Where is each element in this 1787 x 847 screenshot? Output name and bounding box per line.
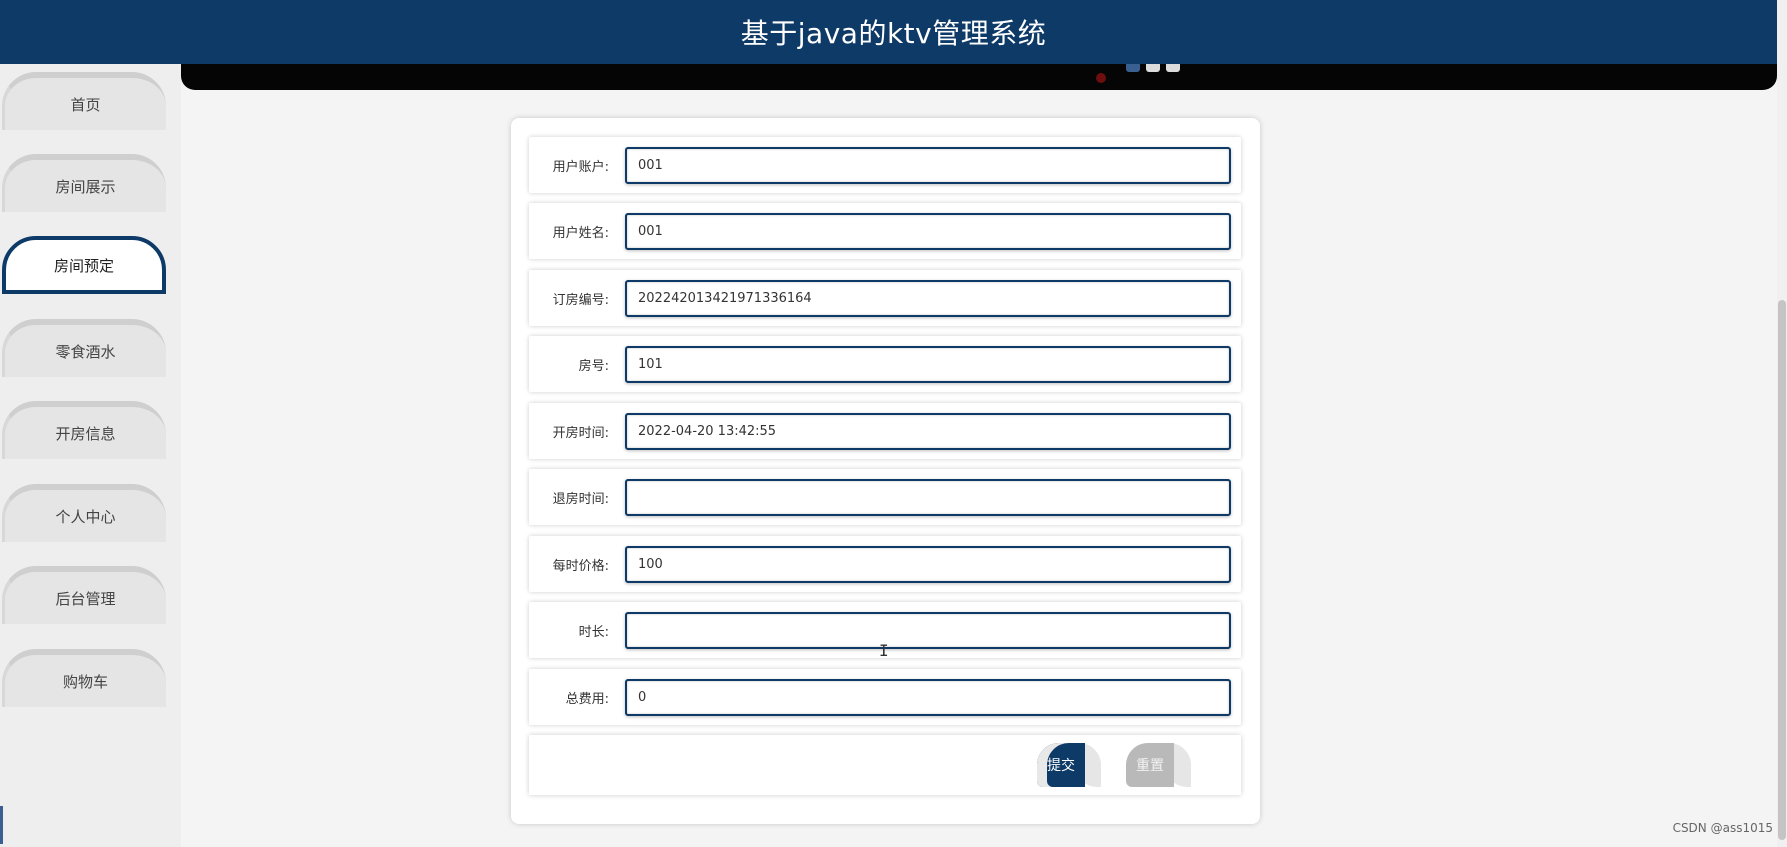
sidebar-item-label: 房间预定: [53, 256, 114, 275]
user-account-input[interactable]: [625, 147, 1231, 184]
text-cursor-icon: I: [879, 641, 889, 660]
booking-number-input[interactable]: [625, 280, 1231, 317]
sidebar-nav: 首页 房间展示 房间预定 零食酒水 开房信息 个人中心 后台管理 购物车: [0, 64, 181, 847]
scrollbar-thumb[interactable]: [1778, 300, 1786, 840]
sidebar-item-snacks-drinks[interactable]: 零食酒水: [2, 319, 166, 377]
duration-input[interactable]: [625, 612, 1231, 649]
banner-light-decoration: [1096, 73, 1106, 83]
form-row-checkout-time: 退房时间:: [529, 469, 1241, 525]
sidebar-item-label: 首页: [70, 95, 101, 114]
carousel-indicators: [1126, 64, 1180, 72]
hourly-price-input[interactable]: [625, 546, 1231, 583]
field-label: 订房编号:: [552, 292, 609, 308]
left-edge-marker: [0, 806, 3, 844]
reset-button[interactable]: 重置: [1126, 743, 1174, 787]
field-label: 每时价格:: [552, 558, 609, 574]
sidebar-item-checkin-info[interactable]: 开房信息: [2, 401, 166, 459]
banner-carousel: [181, 64, 1777, 90]
form-row-user-account: 用户账户:: [529, 137, 1241, 193]
field-label: 时长:: [578, 624, 609, 640]
sidebar-item-admin[interactable]: 后台管理: [2, 566, 166, 624]
sidebar-item-personal-center[interactable]: 个人中心: [2, 484, 166, 542]
form-row-total-cost: 总费用:: [529, 669, 1241, 725]
total-cost-input[interactable]: [625, 679, 1231, 716]
app-title: 基于java的ktv管理系统: [740, 17, 1047, 50]
sidebar-item-label: 房间展示: [55, 177, 116, 196]
field-label: 开房时间:: [552, 425, 609, 441]
field-label: 用户姓名:: [552, 225, 609, 241]
sidebar-item-label: 零食酒水: [55, 342, 116, 361]
sidebar-item-room-display[interactable]: 房间展示: [2, 154, 166, 212]
carousel-indicator-2[interactable]: [1146, 64, 1160, 72]
form-row-booking-number: 订房编号:: [529, 270, 1241, 326]
submit-button[interactable]: 提交: [1037, 743, 1085, 787]
form-row-hourly-price: 每时价格:: [529, 536, 1241, 592]
user-name-input[interactable]: [625, 213, 1231, 250]
sidebar-item-cart[interactable]: 购物车: [2, 649, 166, 707]
checkout-time-input[interactable]: [625, 479, 1231, 516]
sidebar-item-label: 开房信息: [55, 424, 116, 443]
app-header: 基于java的ktv管理系统: [0, 0, 1787, 64]
room-number-input[interactable]: [625, 346, 1231, 383]
submit-button-label: 提交: [1047, 758, 1075, 774]
sidebar-item-label: 后台管理: [55, 589, 116, 608]
sidebar-item-label: 购物车: [62, 672, 108, 691]
watermark: CSDN @ass1015: [1672, 821, 1773, 835]
form-row-checkin-time: 开房时间:: [529, 403, 1241, 459]
reset-button-label: 重置: [1136, 758, 1164, 774]
sidebar-item-home[interactable]: 首页: [2, 72, 166, 130]
field-label: 总费用:: [565, 691, 609, 707]
form-actions: 提交 重置: [529, 735, 1241, 795]
carousel-indicator-3[interactable]: [1166, 64, 1180, 72]
carousel-indicator-1[interactable]: [1126, 64, 1140, 72]
page-scrollbar[interactable]: [1777, 0, 1787, 847]
field-label: 用户账户:: [552, 159, 609, 175]
sidebar-item-label: 个人中心: [55, 507, 116, 526]
sidebar-item-room-booking[interactable]: 房间预定: [2, 236, 166, 294]
field-label: 房号:: [578, 358, 609, 374]
form-row-room-number: 房号:: [529, 336, 1241, 392]
form-row-user-name: 用户姓名:: [529, 203, 1241, 259]
booking-form: 用户账户: 用户姓名: 订房编号: 房号: 开房时间: 退房时间: 每时价格: …: [511, 118, 1260, 824]
field-label: 退房时间:: [552, 491, 609, 507]
checkin-time-input[interactable]: [625, 413, 1231, 450]
